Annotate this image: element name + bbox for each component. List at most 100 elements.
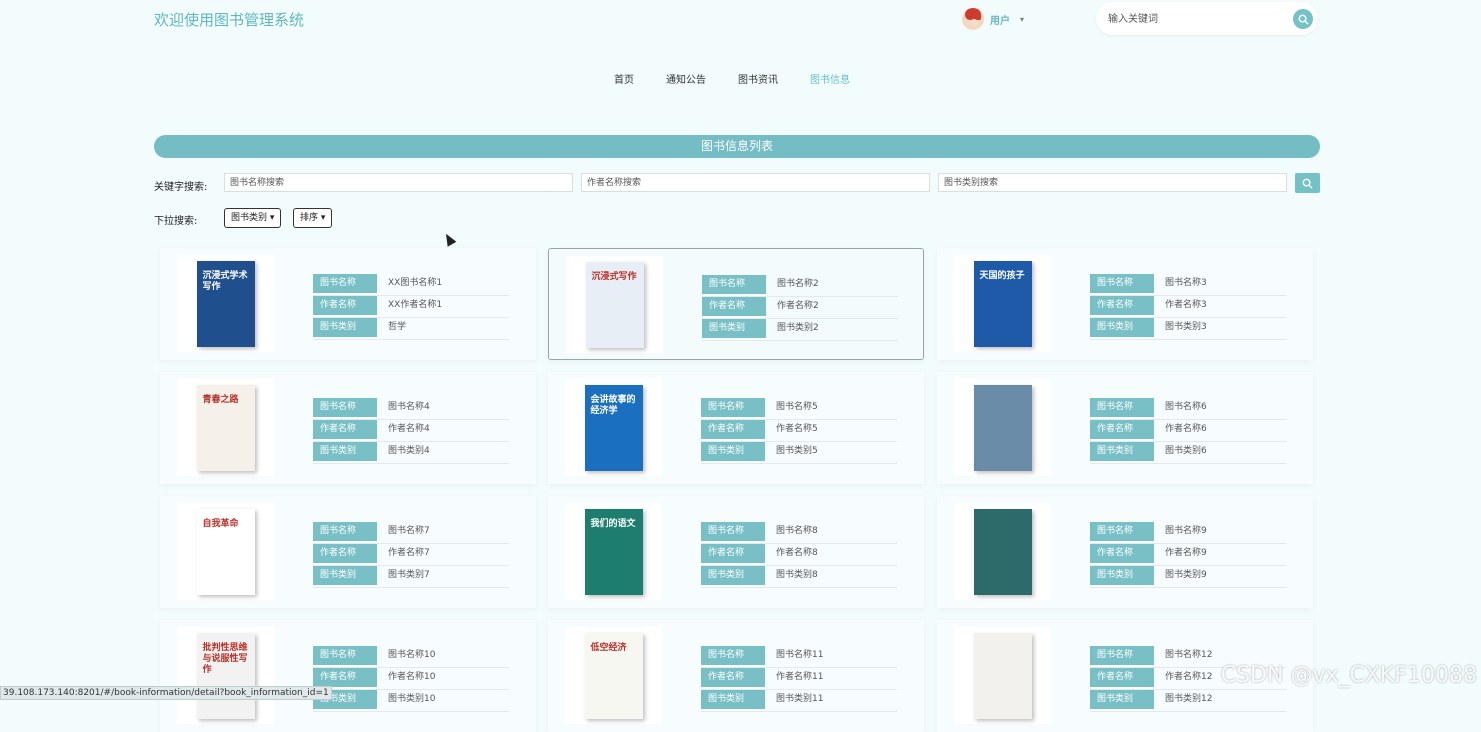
author-row: 作者名称 作者名称7: [313, 544, 509, 566]
book-info-table: 图书名称 图书名称5 作者名称 作者名称5 图书类别 图书类别5: [701, 398, 897, 464]
search-button[interactable]: [1293, 9, 1313, 29]
book-name-value: 图书名称4: [388, 402, 430, 412]
book-name-row: 图书名称 图书名称3: [1090, 274, 1286, 296]
author-value: 作者名称9: [1165, 548, 1207, 558]
author-value: 作者名称7: [388, 548, 430, 558]
field-label: 作者名称: [702, 297, 766, 318]
book-card[interactable]: 我们的语文 图书名称 图书名称8 作者名称 作者名称8 图书类别 图书类别8: [548, 496, 924, 608]
category-dropdown[interactable]: 图书类别 ▾: [224, 208, 282, 228]
book-cover-image: 批判性思维与说服性写作: [196, 632, 255, 719]
field-label: 图书名称: [1090, 646, 1154, 667]
book-cover[interactable]: 批判性思维与说服性写作: [177, 627, 274, 724]
status-bar-url: 39.108.173.140:8201/#/book-information/d…: [0, 686, 332, 700]
book-cover[interactable]: 低空经济: [565, 627, 662, 724]
chevron-down-icon: ▾: [1020, 14, 1025, 24]
category-value: 图书类别4: [388, 446, 430, 456]
book-card[interactable]: 图书名称 图书名称6 作者名称 作者名称6 图书类别 图书类别6: [937, 372, 1313, 484]
search-icon: [1298, 14, 1309, 25]
nav-item-book-news[interactable]: 图书资讯: [738, 71, 778, 86]
search-input[interactable]: [1106, 10, 1280, 29]
book-card[interactable]: 图书名称 图书名称9 作者名称 作者名称9 图书类别 图书类别9: [937, 496, 1313, 608]
category-row: 图书类别 图书类别10: [313, 690, 509, 712]
book-cover[interactable]: 我们的语文: [565, 503, 662, 600]
book-info-table: 图书名称 XX图书名称1 作者名称 XX作者名称1 图书类别 哲学: [313, 274, 509, 340]
keyword-search-button[interactable]: [1295, 173, 1320, 193]
book-info-table: 图书名称 图书名称11 作者名称 作者名称11 图书类别 图书类别11: [701, 646, 897, 712]
book-info-table: 图书名称 图书名称4 作者名称 作者名称4 图书类别 图书类别4: [313, 398, 509, 464]
book-card[interactable]: 天国的孩子 图书名称 图书名称3 作者名称 作者名称3 图书类别 图书类别3: [937, 248, 1313, 360]
book-card[interactable]: 沉浸式学术写作 图书名称 XX图书名称1 作者名称 XX作者名称1 图书类别 哲学: [160, 248, 536, 360]
book-info-table: 图书名称 图书名称7 作者名称 作者名称7 图书类别 图书类别7: [313, 522, 509, 588]
field-label: 图书名称: [1090, 398, 1154, 419]
book-name-value: 图书名称6: [1165, 402, 1207, 412]
book-name-row: 图书名称 图书名称2: [702, 275, 898, 297]
book-card[interactable]: 批判性思维与说服性写作 图书名称 图书名称10 作者名称 作者名称10 图书类别 图书类别1…: [160, 620, 536, 732]
book-cover[interactable]: 沉浸式写作: [566, 256, 663, 353]
book-cover[interactable]: 青春之路: [177, 379, 274, 476]
category-value: 图书类别10: [388, 694, 436, 704]
book-name-row: 图书名称 图书名称7: [313, 522, 509, 544]
category-row: 图书类别 图书类别4: [313, 442, 509, 464]
sort-dropdown[interactable]: 排序 ▾: [293, 208, 333, 228]
book-name-value: 图书名称7: [388, 526, 430, 536]
nav-item-book-info[interactable]: 图书信息: [810, 71, 850, 86]
avatar: [962, 8, 984, 30]
field-label: 作者名称: [313, 544, 377, 565]
book-info-table: 图书名称 图书名称6 作者名称 作者名称6 图书类别 图书类别6: [1090, 398, 1286, 464]
user-label: 用户: [990, 15, 1010, 27]
book-name-value: 图书名称11: [776, 650, 824, 660]
book-cover-title: 低空经济: [590, 642, 627, 653]
book-card[interactable]: 会讲故事的经济学 图书名称 图书名称5 作者名称 作者名称5 图书类别 图书类别5: [548, 372, 924, 484]
author-value: 作者名称2: [777, 301, 819, 311]
book-cover[interactable]: [954, 379, 1051, 476]
book-cover[interactable]: [954, 627, 1051, 724]
category-value: 图书类别8: [776, 570, 818, 580]
nav-item-notices[interactable]: 通知公告: [666, 71, 706, 86]
book-cover-image: 会讲故事的经济学: [584, 384, 643, 471]
book-cover[interactable]: [954, 503, 1051, 600]
list-title-bar: 图书信息列表: [154, 135, 1320, 158]
book-name-value: 图书名称3: [1165, 278, 1207, 288]
author-row: 作者名称 作者名称10: [313, 668, 509, 690]
category-row: 图书类别 图书类别7: [313, 566, 509, 588]
user-menu[interactable]: 用户 ▾: [962, 8, 1024, 30]
book-cover-image: 沉浸式学术写作: [196, 260, 255, 347]
author-search-input[interactable]: [581, 173, 930, 192]
category-row: 图书类别 哲学: [313, 318, 509, 340]
book-cover[interactable]: 会讲故事的经济学: [565, 379, 662, 476]
book-cover-image: [973, 632, 1032, 719]
book-cover[interactable]: 天国的孩子: [954, 255, 1051, 352]
field-label: 图书名称: [701, 646, 765, 667]
book-card[interactable]: 自我革命 图书名称 图书名称7 作者名称 作者名称7 图书类别 图书类别7: [160, 496, 536, 608]
book-card[interactable]: 青春之路 图书名称 图书名称4 作者名称 作者名称4 图书类别 图书类别4: [160, 372, 536, 484]
field-label: 图书类别: [1090, 442, 1154, 463]
category-row: 图书类别 图书类别6: [1090, 442, 1286, 464]
category-row: 图书类别 图书类别12: [1090, 690, 1286, 712]
field-label: 作者名称: [313, 296, 377, 317]
book-cover[interactable]: 沉浸式学术写作: [177, 255, 274, 352]
category-value: 图书类别2: [777, 323, 819, 333]
field-label: 图书名称: [313, 274, 377, 295]
author-value: 作者名称11: [776, 672, 824, 682]
author-row: 作者名称 作者名称6: [1090, 420, 1286, 442]
field-label: 图书名称: [1090, 522, 1154, 543]
field-label: 图书名称: [313, 522, 377, 543]
category-search-input[interactable]: [938, 173, 1287, 192]
field-label: 图书类别: [701, 690, 765, 711]
field-label: 作者名称: [701, 668, 765, 689]
field-label: 作者名称: [701, 544, 765, 565]
book-name-row: 图书名称 图书名称9: [1090, 522, 1286, 544]
keyword-search-label: 关键字搜索:: [154, 182, 208, 193]
header-search: [1096, 2, 1318, 35]
book-card[interactable]: 沉浸式写作 图书名称 图书名称2 作者名称 作者名称2 图书类别 图书类别2: [548, 248, 924, 360]
book-cover[interactable]: 自我革命: [177, 503, 274, 600]
book-card[interactable]: 低空经济 图书名称 图书名称11 作者名称 作者名称11 图书类别 图书类别11: [548, 620, 924, 732]
book-cover-image: 天国的孩子: [973, 260, 1032, 347]
author-row: 作者名称 作者名称3: [1090, 296, 1286, 318]
book-cover-image: [973, 384, 1032, 471]
book-name-search-input[interactable]: [224, 173, 573, 192]
author-row: 作者名称 作者名称2: [702, 297, 898, 319]
nav-item-home[interactable]: 首页: [614, 71, 634, 86]
field-label: 图书类别: [313, 566, 377, 587]
book-info-table: 图书名称 图书名称3 作者名称 作者名称3 图书类别 图书类别3: [1090, 274, 1286, 340]
